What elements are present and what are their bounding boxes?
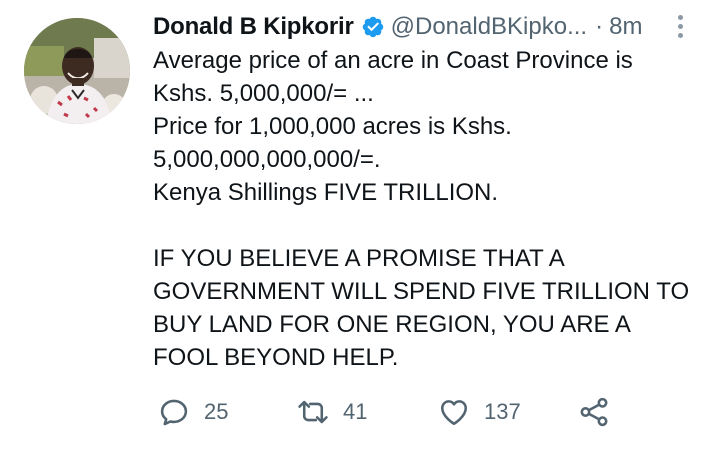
more-options-icon[interactable] [667, 11, 693, 41]
tweet-text-line: IF YOU BELIEVE A PROMISE THAT A [153, 245, 565, 272]
like-count: 137 [484, 399, 521, 424]
author-name[interactable]: Donald B Kipkorir [153, 13, 354, 41]
retweet-icon [298, 400, 328, 424]
tweet-text-line: Kenya Shillings FIVE TRILLION. [153, 179, 499, 206]
tweet-text-line: FOOL BEYOND HELP. [153, 344, 399, 371]
tweet-header: Donald B Kipkorir @DonaldBKipko... · 8m [153, 10, 693, 44]
tweet-text-line: Price for 1,000,000 acres is Kshs. [153, 113, 512, 140]
tweet-text-line: 5,000,000,000,000/=. [153, 146, 381, 173]
tweet-text-line: Kshs. 5,000,000/= ... [153, 80, 374, 107]
retweet-count: 41 [343, 399, 368, 424]
share-icon [580, 397, 608, 427]
tweet-actions: 25 41 137 [153, 394, 623, 430]
reply-icon [160, 399, 188, 426]
share-button[interactable] [577, 394, 611, 430]
verified-badge-icon [362, 16, 383, 38]
tweet-text-line: GOVERNMENT WILL SPEND FIVE TRILLION TO [153, 278, 690, 305]
author-handle[interactable]: @DonaldBKipko... [391, 13, 587, 41]
avatar[interactable] [24, 18, 130, 124]
tweet-text-line: BUY LAND FOR ONE REGION, YOU ARE A [153, 311, 631, 338]
reply-count: 25 [204, 399, 229, 424]
separator-dot: · [595, 13, 604, 40]
like-button[interactable]: 137 [437, 394, 521, 430]
tweet-text-line: Average price of an acre in Coast Provin… [153, 47, 633, 74]
tweet-text: Average price of an acre in Coast Provin… [153, 44, 703, 374]
reply-button[interactable]: 25 [157, 394, 228, 430]
tweet-timestamp[interactable]: 8m [609, 13, 642, 41]
retweet-button[interactable]: 41 [296, 394, 367, 430]
tweet: Donald B Kipkorir @DonaldBKipko... · 8m … [0, 0, 720, 476]
heart-icon [440, 400, 468, 426]
